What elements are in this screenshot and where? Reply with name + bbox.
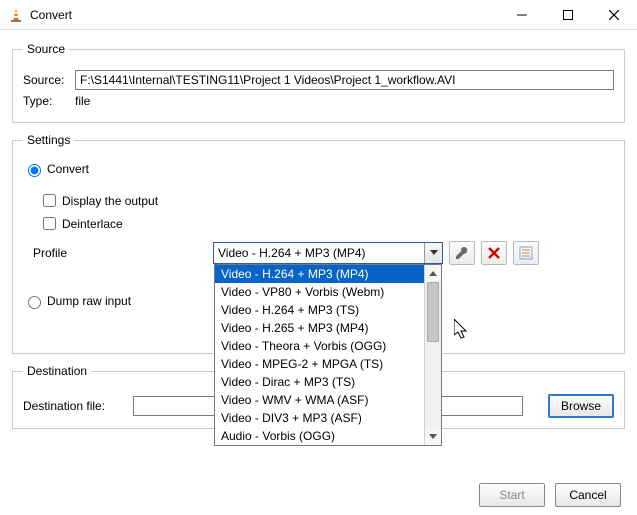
close-icon	[609, 10, 619, 20]
type-value: file	[75, 94, 90, 108]
settings-group: Settings Convert Display the output Dein…	[12, 133, 625, 354]
deinterlace-checkbox[interactable]: Deinterlace	[39, 214, 614, 233]
profile-option[interactable]: Video - VP80 + Vorbis (Webm)	[215, 283, 441, 301]
edit-profile-button[interactable]	[449, 241, 475, 265]
start-button-label: Start	[499, 488, 524, 502]
destination-file-label: Destination file:	[23, 399, 133, 413]
convert-radio-label: Convert	[47, 162, 89, 176]
profile-option[interactable]: Video - Dirac + MP3 (TS)	[215, 373, 441, 391]
destination-legend: Destination	[23, 364, 91, 378]
profile-option[interactable]: Video - DIV3 + MP3 (ASF)	[215, 409, 441, 427]
display-output-checkbox-input[interactable]	[43, 194, 56, 207]
maximize-button[interactable]	[545, 0, 591, 30]
convert-radio-input[interactable]	[28, 164, 41, 177]
dump-raw-radio-input[interactable]	[28, 296, 41, 309]
window-title: Convert	[30, 8, 72, 22]
dropdown-scrollbar[interactable]	[424, 265, 441, 445]
dialog-footer: Start Cancel	[479, 483, 621, 507]
profile-option[interactable]: Video - H.264 + MP3 (TS)	[215, 301, 441, 319]
profile-selected-text: Video - H.264 + MP3 (MP4)	[214, 246, 424, 260]
dump-raw-radio[interactable]: Dump raw input	[23, 293, 131, 309]
cancel-button-label: Cancel	[569, 488, 606, 502]
delete-profile-button[interactable]	[481, 241, 507, 265]
type-label: Type:	[23, 94, 75, 108]
source-input[interactable]	[75, 70, 614, 90]
display-output-checkbox[interactable]: Display the output	[39, 191, 614, 210]
scroll-thumb[interactable]	[427, 282, 439, 342]
display-output-label: Display the output	[62, 194, 158, 208]
profile-label: Profile	[23, 246, 213, 260]
source-group: Source Source: Type: file	[12, 42, 625, 123]
settings-legend: Settings	[23, 133, 74, 147]
profile-option[interactable]: Video - H.265 + MP3 (MP4)	[215, 319, 441, 337]
deinterlace-label: Deinterlace	[62, 217, 123, 231]
vlc-cone-icon	[8, 7, 24, 23]
cancel-button[interactable]: Cancel	[555, 483, 621, 507]
browse-button-label: Browse	[561, 399, 601, 413]
start-button[interactable]: Start	[479, 483, 545, 507]
profile-dropdown[interactable]: Video - H.264 + MP3 (MP4) Video - VP80 +…	[214, 264, 442, 446]
profile-option[interactable]: Video - H.264 + MP3 (MP4)	[215, 265, 441, 283]
chevron-down-icon[interactable]	[424, 243, 442, 263]
maximize-icon	[563, 10, 573, 20]
minimize-icon	[517, 10, 527, 20]
profile-option[interactable]: Video - MPEG-2 + MPGA (TS)	[215, 355, 441, 373]
profile-option[interactable]: Video - Theora + Vorbis (OGG)	[215, 337, 441, 355]
new-profile-button[interactable]	[513, 241, 539, 265]
new-profile-icon	[519, 246, 533, 260]
scroll-down-icon[interactable]	[425, 428, 441, 445]
source-label: Source:	[23, 73, 75, 87]
convert-radio[interactable]: Convert	[23, 161, 89, 177]
scroll-track[interactable]	[425, 282, 441, 428]
source-legend: Source	[23, 42, 69, 56]
browse-button[interactable]: Browse	[548, 394, 614, 418]
close-button[interactable]	[591, 0, 637, 30]
delete-icon	[488, 247, 500, 259]
profile-option[interactable]: Audio - Vorbis (OGG)	[215, 427, 441, 445]
profile-combobox[interactable]: Video - H.264 + MP3 (MP4) Video - H.264 …	[213, 242, 443, 264]
deinterlace-checkbox-input[interactable]	[43, 217, 56, 230]
dump-raw-label: Dump raw input	[47, 294, 131, 308]
minimize-button[interactable]	[499, 0, 545, 30]
profile-option[interactable]: Video - WMV + WMA (ASF)	[215, 391, 441, 409]
titlebar: Convert	[0, 0, 637, 30]
scroll-up-icon[interactable]	[425, 265, 441, 282]
wrench-icon	[455, 246, 469, 260]
